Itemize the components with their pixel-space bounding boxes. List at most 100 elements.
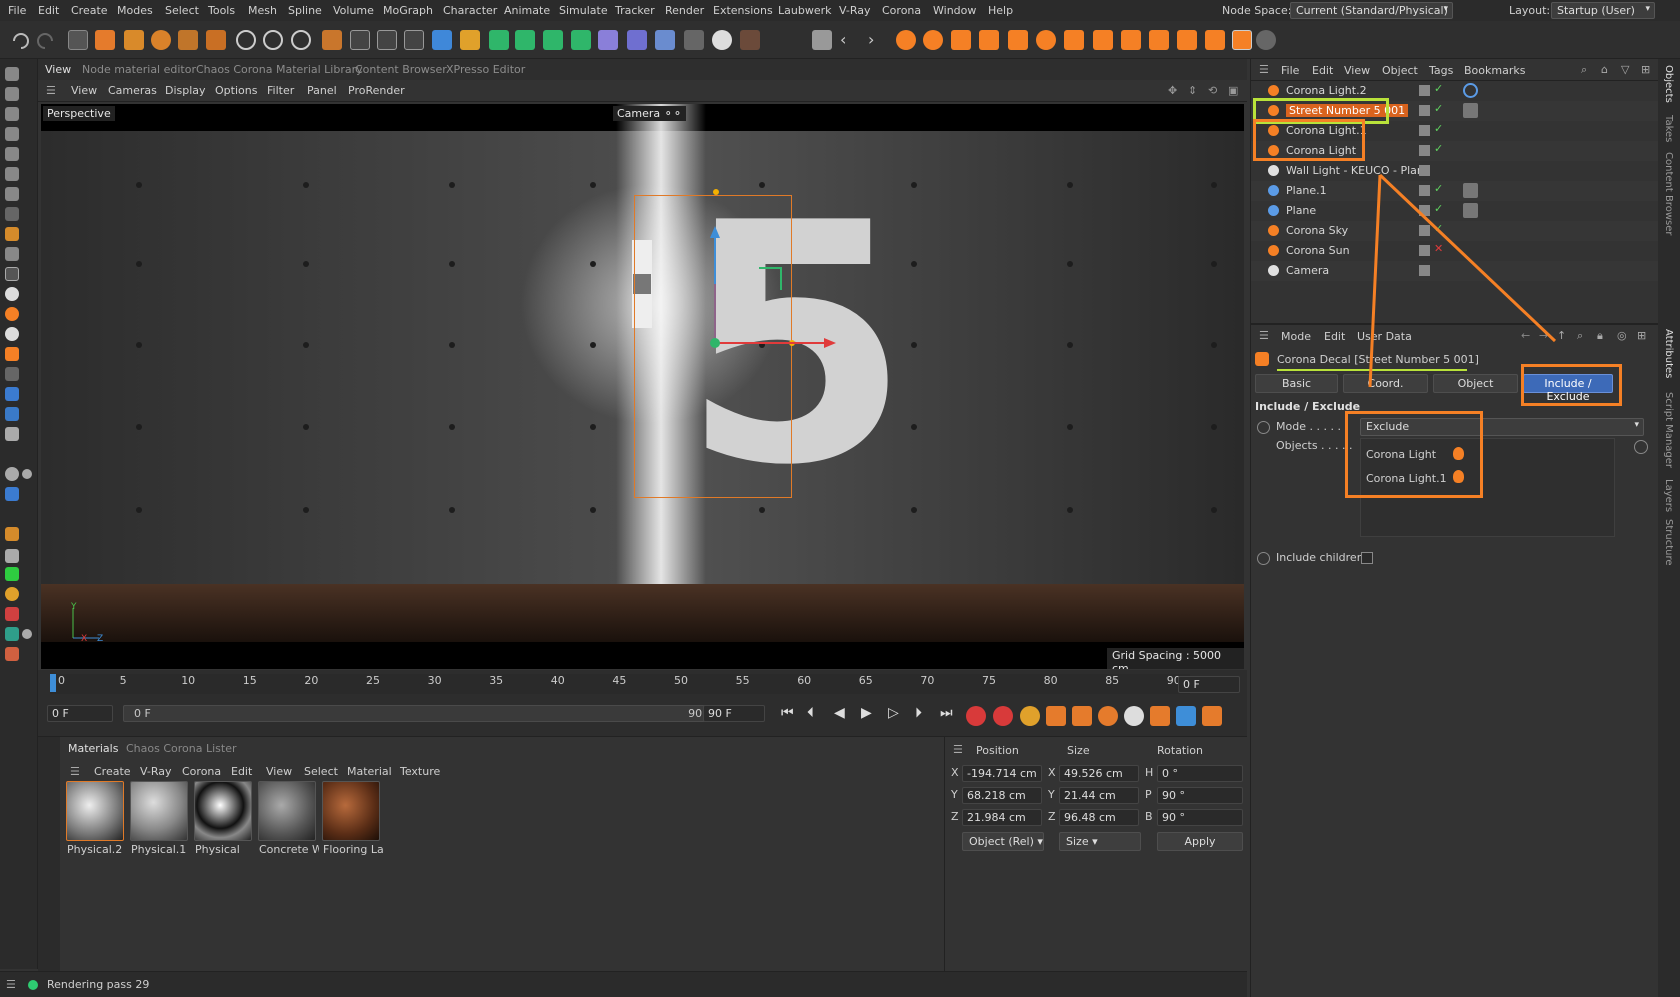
- snap-icon[interactable]: [5, 247, 19, 261]
- material-swatch[interactable]: [66, 781, 124, 841]
- corona-tools-icon[interactable]: [1177, 30, 1197, 50]
- hamburger-icon[interactable]: ☰: [6, 978, 16, 991]
- menu-tracker[interactable]: Tracker: [615, 4, 655, 17]
- hamburger-icon[interactable]: ☰: [953, 743, 963, 756]
- corona-camera-icon[interactable]: [979, 30, 999, 50]
- corona-sky-icon[interactable]: [951, 30, 971, 50]
- add-point-icon[interactable]: [5, 549, 19, 563]
- points-mode-icon[interactable]: [5, 147, 19, 161]
- handle-top[interactable]: [713, 189, 719, 195]
- sound-icon[interactable]: [1176, 706, 1196, 726]
- green-swatch-icon[interactable]: [5, 567, 19, 581]
- corona-light-icon[interactable]: [1036, 30, 1056, 50]
- side-tab-content-browser[interactable]: Content Browser: [1663, 152, 1674, 235]
- vp-menu-prorender[interactable]: ProRender: [348, 84, 405, 97]
- side-tab-layers[interactable]: Layers: [1663, 479, 1674, 512]
- mat-menu-edit[interactable]: Edit: [231, 765, 252, 778]
- sculpt-icon[interactable]: [5, 367, 19, 381]
- mat-menu-corona[interactable]: Corona: [182, 765, 221, 778]
- light-icon[interactable]: [712, 30, 732, 50]
- timeline-icon[interactable]: [1202, 706, 1222, 726]
- gear-icon[interactable]: [1256, 30, 1276, 50]
- maximize-view-icon[interactable]: ▣: [1228, 84, 1238, 97]
- vp-menu-display[interactable]: Display: [165, 84, 206, 97]
- deformer-icon[interactable]: [543, 30, 563, 50]
- hamburger-icon[interactable]: ☰: [46, 84, 56, 97]
- z-axis-icon[interactable]: [291, 30, 311, 50]
- corona-solo-icon[interactable]: [5, 307, 19, 321]
- cloner-icon[interactable]: [515, 30, 535, 50]
- recent-tools-icon[interactable]: [178, 30, 198, 50]
- menu-render[interactable]: Render: [665, 4, 704, 17]
- gear-icon[interactable]: [22, 469, 32, 479]
- next-key-icon[interactable]: ⏵: [915, 705, 922, 721]
- layout-dropdown[interactable]: Startup (User) ▾: [1551, 2, 1655, 19]
- enable-axis-icon[interactable]: [5, 227, 19, 241]
- grid-icon[interactable]: [5, 407, 19, 421]
- tab-materials[interactable]: Materials: [68, 742, 118, 755]
- size-mode-dropdown[interactable]: Size ▾: [1059, 832, 1141, 851]
- size-y-field[interactable]: 21.44 cm: [1059, 787, 1139, 804]
- corona-proxy-icon[interactable]: [1008, 30, 1028, 50]
- corona-decal-icon[interactable]: [1064, 30, 1084, 50]
- mat-menu-vray[interactable]: V-Ray: [140, 765, 172, 778]
- position-y-field[interactable]: 68.218 cm: [962, 787, 1042, 804]
- vp-menu-panel[interactable]: Panel: [307, 84, 337, 97]
- model-mode-icon[interactable]: [5, 87, 19, 101]
- material-swatch[interactable]: [194, 781, 252, 841]
- arrow-right-icon[interactable]: ›: [868, 30, 888, 50]
- viewport-perspective[interactable]: 5 Perspective Camera ⚬⚬ Grid Spacing : 5…: [41, 104, 1244, 669]
- paint-icon[interactable]: [5, 347, 19, 361]
- move-tool-icon[interactable]: [95, 30, 115, 50]
- scale-key-icon[interactable]: [1072, 706, 1092, 726]
- side-tab-attributes[interactable]: Attributes: [1663, 329, 1674, 378]
- hamburger-icon[interactable]: ☰: [70, 765, 80, 778]
- globe-icon[interactable]: [5, 627, 19, 641]
- field-icon[interactable]: [571, 30, 591, 50]
- axis-mode-icon[interactable]: [5, 127, 19, 141]
- render-picture-viewer-icon[interactable]: [377, 30, 397, 50]
- mat-menu-texture[interactable]: Texture: [400, 765, 440, 778]
- y-axis-icon[interactable]: [263, 30, 283, 50]
- apply-button[interactable]: Apply: [1157, 832, 1243, 851]
- coordinate-system-icon[interactable]: [322, 30, 342, 50]
- select-tool-icon[interactable]: [68, 30, 88, 50]
- play-icon[interactable]: ▶: [861, 705, 872, 721]
- record-icon[interactable]: [5, 607, 19, 621]
- workplane-icon[interactable]: [5, 267, 19, 281]
- playhead[interactable]: [50, 674, 56, 692]
- menu-spline[interactable]: Spline: [288, 4, 322, 17]
- tab-corona-lister[interactable]: Chaos Corona Lister: [126, 742, 237, 755]
- edges-mode-icon[interactable]: [5, 167, 19, 181]
- menu-tools[interactable]: Tools: [208, 4, 235, 17]
- render-view-icon[interactable]: [350, 30, 370, 50]
- parameter-key-icon[interactable]: [1124, 706, 1144, 726]
- menu-file[interactable]: File: [8, 4, 26, 17]
- menu-corona[interactable]: Corona: [882, 4, 921, 17]
- scale-tool-icon[interactable]: [124, 30, 144, 50]
- corona-settings-icon[interactable]: [1232, 30, 1252, 50]
- corona-volume-icon[interactable]: [1149, 30, 1169, 50]
- menu-extensions[interactable]: Extensions: [713, 4, 773, 17]
- side-tab-structure[interactable]: Structure: [1663, 519, 1674, 566]
- go-to-start-icon[interactable]: ⏮: [781, 705, 794, 721]
- menu-vray[interactable]: V-Ray: [839, 4, 871, 17]
- vp-menu-options[interactable]: Options: [215, 84, 257, 97]
- arrow-left-icon[interactable]: ‹: [840, 30, 860, 50]
- texture-mode-icon[interactable]: [5, 107, 19, 121]
- rotate-tool-icon[interactable]: [151, 30, 171, 50]
- animation-toggle-icon[interactable]: [1257, 552, 1270, 565]
- locks-icon[interactable]: [5, 327, 19, 341]
- keyframe-selection-icon[interactable]: [1020, 706, 1040, 726]
- vp-menu-filter[interactable]: Filter: [267, 84, 294, 97]
- corona-sun-icon[interactable]: [923, 30, 943, 50]
- size-x-field[interactable]: 49.526 cm: [1059, 765, 1139, 782]
- include-children-checkbox[interactable]: [1361, 552, 1373, 564]
- previous-key-icon[interactable]: ⏴: [807, 705, 814, 721]
- picture-icon[interactable]: [5, 427, 19, 441]
- size-z-field[interactable]: 96.48 cm: [1059, 809, 1139, 826]
- corona-scatter-icon[interactable]: [1093, 30, 1113, 50]
- record-active-icon[interactable]: [966, 706, 986, 726]
- floor-icon[interactable]: [655, 30, 675, 50]
- ring-icon[interactable]: [5, 587, 19, 601]
